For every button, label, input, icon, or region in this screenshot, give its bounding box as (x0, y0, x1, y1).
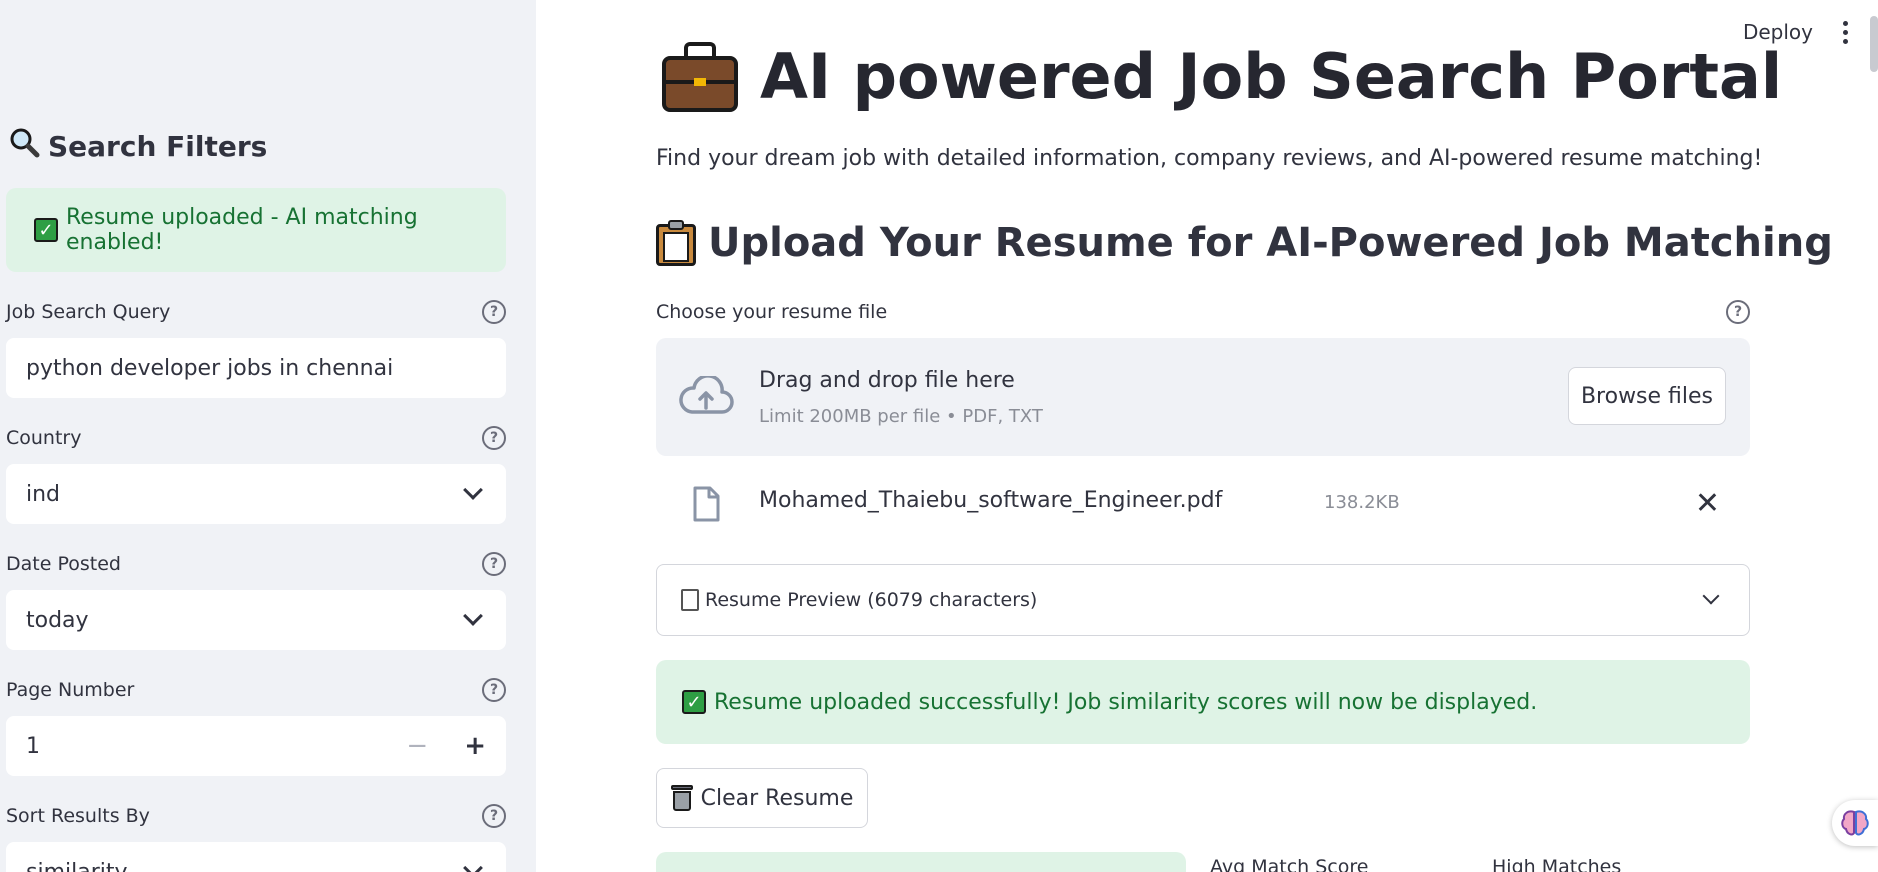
job-query-label: Job Search Query (6, 301, 171, 323)
trash-icon (670, 785, 693, 811)
chevron-down-icon (463, 606, 483, 626)
chevron-down-icon (1702, 587, 1720, 605)
date-posted-label-row: Date Posted ? (6, 552, 506, 576)
date-posted-value: today (26, 607, 89, 633)
scrollbar[interactable] (1870, 16, 1878, 72)
decrement-button[interactable]: − (406, 731, 428, 761)
help-icon[interactable]: ? (482, 300, 506, 324)
sort-label: Sort Results By (6, 805, 150, 827)
uploader-label-row: Choose your resume file ? (656, 300, 1750, 324)
avg-match-score-label: Avg Match Score (1210, 856, 1369, 872)
sidebar-alert-text: Resume uploaded - AI matching enabled! (66, 205, 418, 255)
file-size: 138.2KB (1324, 492, 1400, 513)
country-value: ind (26, 481, 61, 507)
brain-icon[interactable] (1832, 800, 1878, 846)
upload-success-alert: ✓ Resume uploaded successfully! Job simi… (656, 660, 1750, 744)
checkmark-icon: ✓ (34, 218, 58, 242)
date-posted-label: Date Posted (6, 553, 121, 575)
resume-preview-expander[interactable]: Resume Preview (6079 characters) (656, 564, 1750, 636)
cloud-upload-icon (678, 374, 734, 420)
job-query-label-row: Job Search Query ? (6, 300, 506, 324)
clear-resume-button[interactable]: Clear Resume (656, 768, 868, 828)
expander-text: Resume Preview (6079 characters) (705, 589, 1038, 611)
upload-heading: Upload Your Resume for AI-Powered Job Ma… (656, 220, 1833, 266)
success-text: Resume uploaded successfully! Job simila… (714, 689, 1538, 715)
country-label-row: Country ? (6, 426, 506, 450)
expander-label: Resume Preview (6079 characters) (681, 589, 1037, 611)
chevron-down-icon (463, 858, 483, 872)
briefcase-icon (662, 41, 738, 112)
page-number-value: 1 (26, 733, 40, 759)
clipboard-icon (656, 220, 696, 266)
page-subtitle: Find your dream job with detailed inform… (656, 146, 1763, 171)
file-dropzone[interactable]: Drag and drop file here Limit 200MB per … (656, 338, 1750, 456)
dropzone-title: Drag and drop file here (759, 368, 1015, 393)
help-icon[interactable]: ? (482, 678, 506, 702)
browse-files-button[interactable]: Browse files (1568, 367, 1726, 425)
more-menu-icon[interactable] (1843, 20, 1848, 44)
page-title-text: AI powered Job Search Portal (760, 40, 1783, 113)
dropzone-subtitle: Limit 200MB per file • PDF, TXT (759, 406, 1043, 427)
quantity-stepper: − + (406, 731, 486, 761)
help-icon[interactable]: ? (482, 804, 506, 828)
metric-card (656, 852, 1186, 872)
uploader-label: Choose your resume file (656, 301, 888, 323)
sidebar-success-alert: ✓ Resume uploaded - AI matching enabled! (6, 188, 506, 272)
job-query-value: python developer jobs in chennai (26, 355, 394, 381)
page-title: AI powered Job Search Portal (662, 40, 1782, 113)
upload-heading-text: Upload Your Resume for AI-Powered Job Ma… (708, 220, 1833, 266)
checkmark-icon: ✓ (682, 690, 706, 714)
sidebar: Search Filters ✓ Resume uploaded - AI ma… (0, 0, 536, 872)
help-icon[interactable]: ? (1726, 300, 1750, 324)
high-matches-label: High Matches (1492, 856, 1622, 872)
chevron-down-icon (463, 480, 483, 500)
document-icon (681, 589, 699, 611)
sort-select[interactable]: similarity (6, 842, 506, 872)
main-area: Deploy AI powered Job Search Portal Find… (536, 0, 1878, 872)
job-query-input[interactable]: python developer jobs in chennai (6, 338, 506, 398)
file-name: Mohamed_Thaiebu_software_Engineer.pdf (759, 488, 1223, 513)
uploaded-file-row: Mohamed_Thaiebu_software_Engineer.pdf 13… (656, 480, 1750, 530)
country-label: Country (6, 427, 82, 449)
page-number-label: Page Number (6, 679, 135, 701)
page-number-input[interactable]: 1 − + (6, 716, 506, 776)
sidebar-title-text: Search Filters (48, 129, 268, 163)
magnifier-icon (8, 126, 40, 166)
sort-label-row: Sort Results By ? (6, 804, 506, 828)
sidebar-title: Search Filters (8, 126, 267, 166)
file-icon (692, 486, 720, 526)
increment-button[interactable]: + (464, 731, 486, 761)
close-icon[interactable]: ✕ (1695, 486, 1720, 521)
date-posted-select[interactable]: today (6, 590, 506, 650)
country-select[interactable]: ind (6, 464, 506, 524)
help-icon[interactable]: ? (482, 426, 506, 450)
sort-value: similarity (26, 859, 128, 872)
help-icon[interactable]: ? (482, 552, 506, 576)
page-number-label-row: Page Number ? (6, 678, 506, 702)
clear-resume-label: Clear Resume (700, 785, 854, 811)
